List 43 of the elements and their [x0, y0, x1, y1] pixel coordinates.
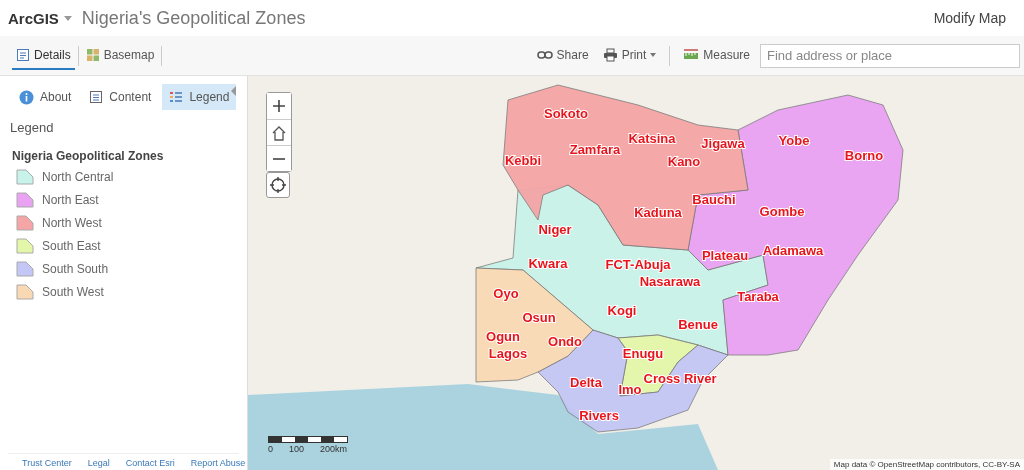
state-label: Kebbi — [504, 153, 542, 168]
state-label: Bauchi — [692, 192, 736, 207]
legend-label: North Central — [42, 170, 114, 184]
layer-title: Nigeria Geopolitical Zones — [12, 149, 165, 163]
state-label: Niger — [538, 222, 572, 237]
legend-label: South East — [42, 239, 101, 253]
map-title: Nigeria's Geopolitical Zones — [81, 7, 306, 29]
state-label: Jigawa — [701, 136, 745, 151]
legend-label: South West — [42, 285, 104, 299]
scale-label: 200km — [320, 444, 348, 454]
legend-label: North East — [42, 193, 99, 207]
state-label: Zamfara — [569, 142, 621, 157]
state-label: Enugu — [622, 346, 664, 361]
legend-label: North West — [42, 216, 102, 230]
state-label: Kogi — [607, 303, 637, 318]
state-label: Delta — [570, 375, 602, 390]
map-attribution: Map data © OpenStreetMap contributors, CC-BY-SA — [829, 459, 1024, 470]
scale-label: 0 — [268, 444, 273, 454]
panel-heading: Legend — [10, 120, 55, 135]
state-label: Kaduna — [634, 205, 682, 220]
state-label: Cross River — [643, 371, 717, 386]
state-label: Oyo — [493, 286, 519, 301]
state-label: Borno — [844, 148, 884, 163]
state-label: Rivers — [579, 408, 619, 423]
legend-label: South South — [42, 262, 109, 276]
state-label: Ogun — [486, 329, 520, 344]
scale-label: 100 — [289, 444, 305, 454]
state-label: Yobe — [778, 133, 810, 148]
state-label: Benue — [678, 317, 718, 332]
state-label: Osun — [522, 310, 556, 325]
state-label: Kano — [667, 154, 701, 169]
state-label: Katsina — [628, 131, 676, 146]
state-label: Adamawa — [762, 243, 824, 258]
state-label: Imo — [618, 382, 642, 397]
state-label: Gombe — [759, 204, 805, 219]
state-label: Lagos — [488, 346, 528, 361]
state-label: Nasarawa — [639, 274, 701, 289]
state-label: Taraba — [737, 289, 779, 304]
state-label: FCT-Abuja — [605, 257, 671, 272]
state-label: Kwara — [528, 256, 568, 271]
state-label: Sokoto — [543, 106, 589, 121]
state-label: Plateau — [701, 248, 749, 263]
state-label: Ondo — [548, 334, 582, 349]
